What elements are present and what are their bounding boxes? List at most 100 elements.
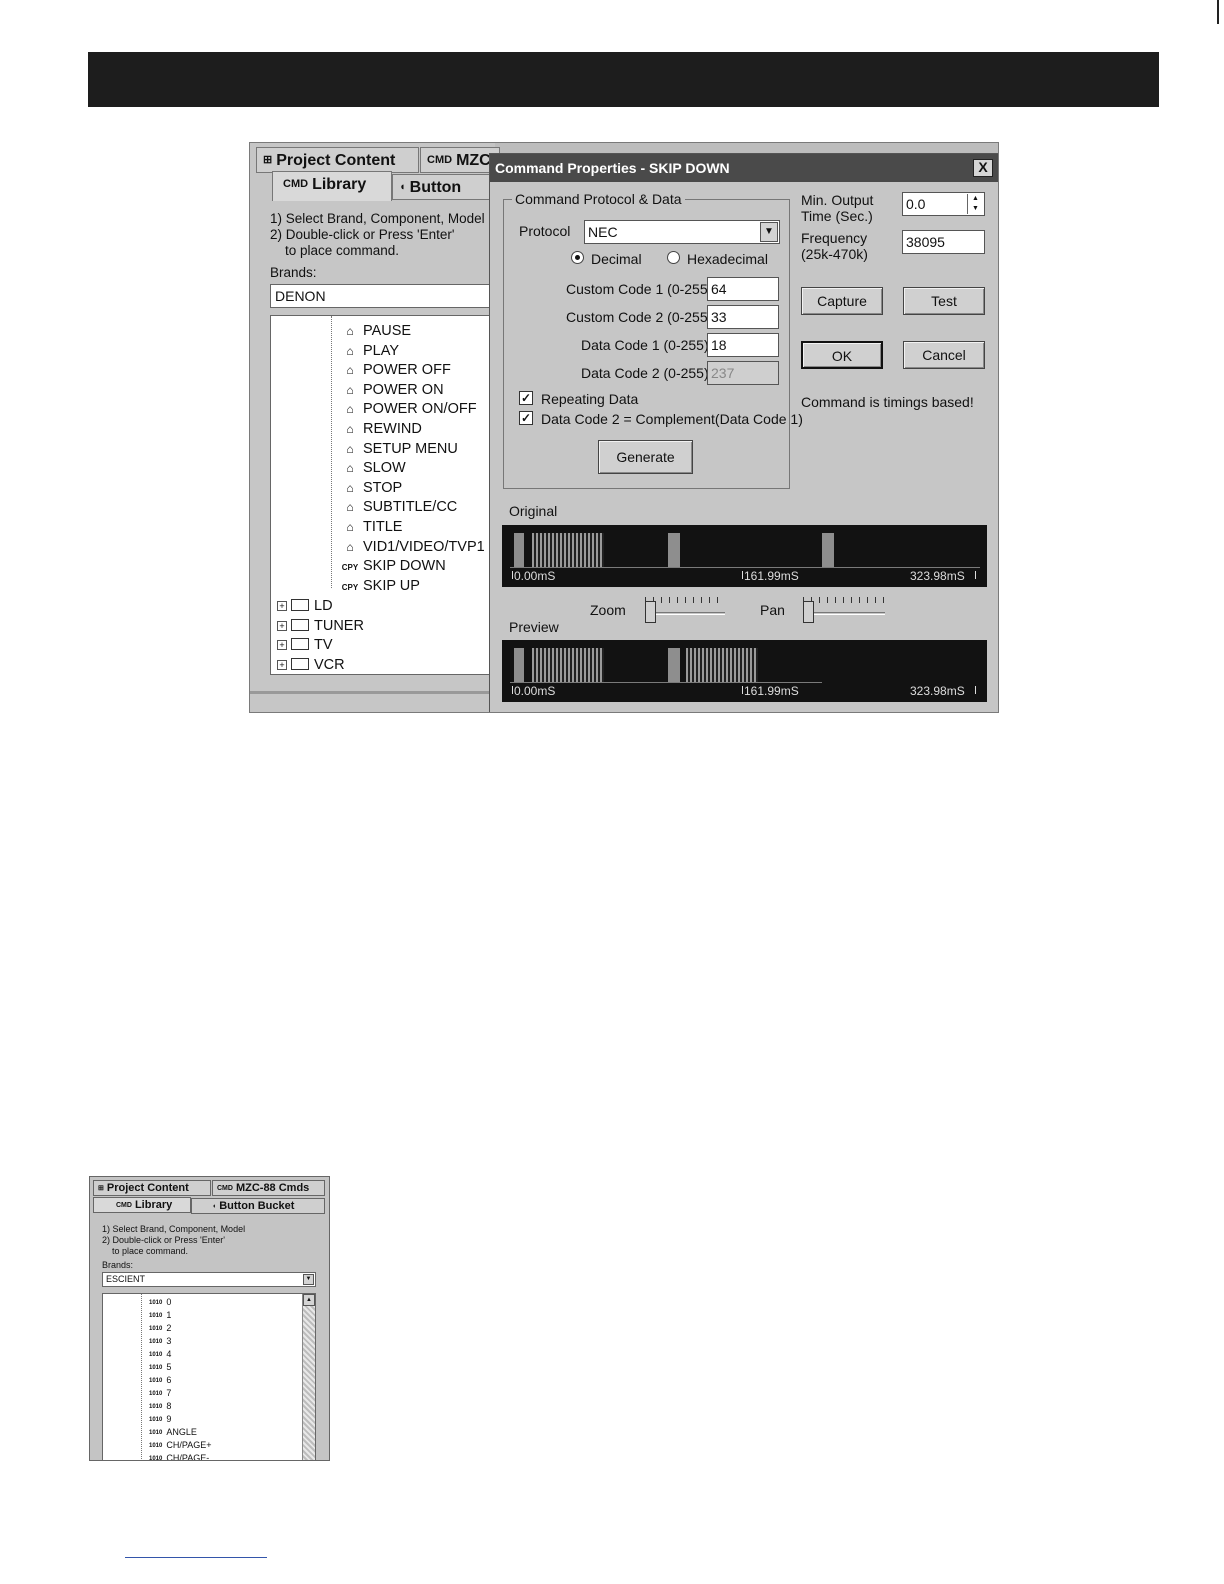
min-output-value: 0.0 <box>906 196 926 212</box>
command-item[interactable]: 1010 CH/PAGE+ <box>149 1439 211 1452</box>
command-item[interactable]: 1010 8 <box>149 1400 171 1413</box>
command-label: 4 <box>166 1349 172 1359</box>
command-item[interactable]: 1010 3 <box>149 1335 171 1348</box>
custom-code-2-input[interactable]: 33 <box>707 305 779 329</box>
expand-icon[interactable]: + <box>277 640 287 651</box>
command-tree[interactable]: ⌂ PAUSE ⌂ PLAY ⌂ POWER OFF ⌂ POWER ON ⌂ POWER ON/… <box>270 315 500 675</box>
tab-button-bucket[interactable]: ◖ Button <box>392 174 502 200</box>
code-icon: 1010 <box>149 1443 163 1449</box>
command-item[interactable]: ⌂ POWER ON/OFF <box>341 400 477 419</box>
library-instructions: 1) Select Brand, Component, Model 2) Dou… <box>102 1224 246 1256</box>
ir-pulse <box>822 533 834 567</box>
command-item[interactable]: 1010 ANGLE <box>149 1426 197 1439</box>
command-item[interactable]: 1010 9 <box>149 1413 171 1426</box>
tab-label: Project Content <box>106 1182 189 1194</box>
command-item[interactable]: ⌂ VID1/VIDEO/TVP1 <box>341 538 484 557</box>
tab-project-content[interactable]: ⊞ Project Content <box>93 1180 211 1196</box>
folder-icon <box>291 618 309 631</box>
command-item[interactable]: CPY SKIP DOWN <box>341 557 446 576</box>
close-button[interactable]: X <box>973 159 993 177</box>
command-item[interactable]: 1010 1 <box>149 1309 171 1322</box>
ir-pulse <box>668 533 680 567</box>
protocol-select[interactable]: NEC ▼ <box>584 220 780 244</box>
hexadecimal-radio[interactable] <box>667 251 680 264</box>
command-label: PAUSE <box>363 323 412 339</box>
command-item[interactable]: ⌂ SUBTITLE/CC <box>341 498 457 517</box>
command-item[interactable]: 1010 7 <box>149 1387 171 1400</box>
command-item[interactable]: ⌂ SLOW <box>341 459 405 478</box>
folder-item[interactable]: + TV <box>277 636 333 655</box>
command-item[interactable]: 1010 6 <box>149 1374 171 1387</box>
time-marker <box>975 686 976 694</box>
generate-button[interactable]: Generate <box>598 440 693 474</box>
frequency-range-label: (25k-470k) <box>801 246 868 262</box>
chevron-down-icon[interactable]: ▼ <box>760 222 778 242</box>
ir-icon: ⌂ <box>346 402 354 417</box>
min-output-label-unit: Time (Sec.) <box>801 208 873 224</box>
pan-slider[interactable] <box>803 595 885 623</box>
tab-project-content[interactable]: ⊞ Project Content <box>256 147 419 173</box>
command-item[interactable]: 1010 4 <box>149 1348 171 1361</box>
ir-icon: ⌂ <box>346 422 354 436</box>
command-item[interactable]: ⌂ PLAY <box>341 342 399 361</box>
data-code-1-input[interactable]: 18 <box>707 333 779 357</box>
command-item[interactable]: ⌂ SETUP MENU <box>341 440 457 459</box>
complement-checkbox[interactable]: ✓ <box>519 411 533 425</box>
ir-icon: ⌂ <box>346 480 354 495</box>
command-item[interactable]: 1010 0 <box>149 1296 171 1309</box>
brand-select[interactable]: ESCIENT ▼ <box>102 1272 316 1287</box>
custom-code-1-input[interactable]: 64 <box>707 277 779 301</box>
command-item[interactable]: 1010 CH/PAGE- <box>149 1452 209 1460</box>
capture-button[interactable]: Capture <box>801 287 883 315</box>
ok-button[interactable]: OK <box>801 341 883 369</box>
custom-code-1-label: Custom Code 1 (0-255) <box>566 281 713 297</box>
command-item[interactable]: ⌂ REWIND <box>341 420 421 439</box>
command-tree[interactable]: ▲ 1010 0 1010 1 1010 2 1010 3 1010 4 1010 5 1010 6 101… <box>102 1293 316 1460</box>
scrollbar[interactable]: ▲ <box>302 1294 315 1460</box>
command-item[interactable]: ⌂ PAUSE <box>341 322 411 341</box>
scroll-up-icon[interactable]: ▲ <box>303 1294 315 1306</box>
folder-icon <box>291 599 309 611</box>
code-icon: 1010 <box>149 1417 163 1423</box>
tab-library[interactable]: CMD Library <box>93 1197 191 1213</box>
pan-thumb[interactable] <box>803 601 814 623</box>
repeating-data-checkbox[interactable]: ✓ <box>519 391 533 405</box>
expand-icon[interactable]: + <box>277 601 287 611</box>
folder-item[interactable]: + LD <box>277 597 333 616</box>
zoom-thumb[interactable] <box>645 601 656 623</box>
cancel-button[interactable]: Cancel <box>903 341 985 369</box>
brand-select[interactable]: DENON <box>270 284 500 308</box>
zoom-slider[interactable] <box>645 595 725 623</box>
chevron-down-icon[interactable]: ▼ <box>303 1274 314 1285</box>
tab-mzc-cmds[interactable]: CMD MZC-88 Cmds <box>212 1180 325 1196</box>
folder-item[interactable]: + VCR <box>277 656 345 674</box>
command-label: ANGLE <box>166 1427 197 1437</box>
command-item[interactable]: 1010 2 <box>149 1322 171 1335</box>
cmd-icon: CMD <box>116 1202 132 1209</box>
command-label: POWER ON/OFF <box>363 401 477 418</box>
expand-icon[interactable]: + <box>277 659 287 670</box>
min-output-spinner[interactable]: 0.0 ▲ ▼ <box>902 192 985 216</box>
tab-library[interactable]: CMD Library <box>272 171 392 201</box>
folder-label: TUNER <box>314 617 364 634</box>
decimal-radio[interactable] <box>571 251 584 264</box>
frequency-input[interactable]: 38095 <box>902 230 985 254</box>
library-panel: ⊞ Project Content CMD MZC ◖ Button CMD Libra… <box>250 143 502 712</box>
command-item[interactable]: ⌂ POWER ON <box>341 381 443 400</box>
expand-icon[interactable]: + <box>277 620 287 631</box>
command-item[interactable]: 1010 5 <box>149 1361 171 1374</box>
command-item[interactable]: ⌂ STOP <box>341 479 402 498</box>
tab-mzc-cmds[interactable]: CMD MZC <box>420 147 500 173</box>
spinner-arrows-icon[interactable]: ▲ ▼ <box>967 194 983 214</box>
command-item[interactable]: ⌂ TITLE <box>341 518 402 537</box>
command-label: 6 <box>166 1375 172 1385</box>
command-item[interactable]: ⌂ POWER OFF <box>341 361 450 380</box>
code-icon: 1010 <box>149 1391 163 1397</box>
command-item[interactable]: CPY SKIP UP <box>341 577 420 596</box>
hexadecimal-label: Hexadecimal <box>687 251 768 267</box>
tab-button-bucket[interactable]: ◖ Button Bucket <box>191 1198 325 1214</box>
folder-item[interactable]: + TUNER <box>277 617 364 636</box>
tab-label: Library <box>312 176 367 193</box>
test-button[interactable]: Test <box>903 287 985 315</box>
bucket-icon: ◖ <box>212 1203 217 1210</box>
